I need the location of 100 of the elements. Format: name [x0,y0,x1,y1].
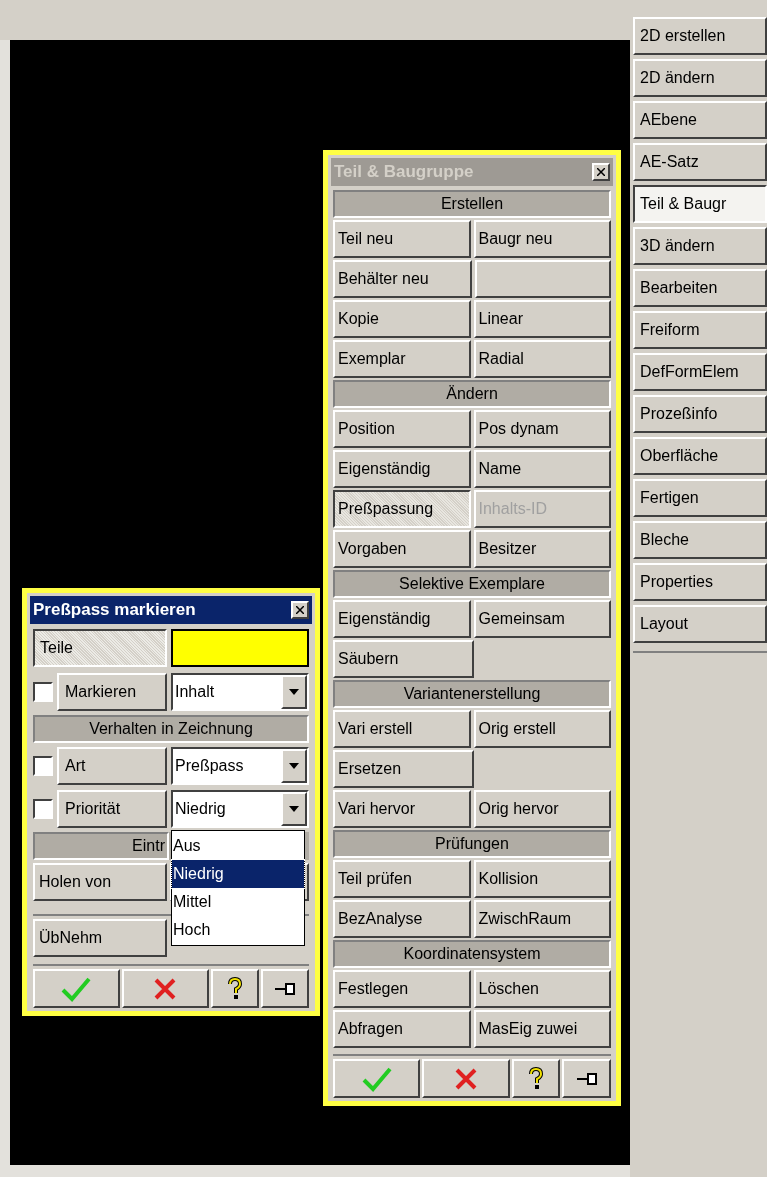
tool-button[interactable]: Vari erstell [333,710,471,748]
help-button[interactable] [511,1059,561,1098]
tool-button[interactable]: Ersetzen [333,750,474,788]
tool-button[interactable]: Abfragen [333,1010,471,1048]
help-button[interactable] [210,969,259,1008]
tool-button[interactable]: Vari hervor [333,790,471,828]
pin-icon [273,981,296,996]
tool-button[interactable]: Preßpassung [333,490,471,528]
dropdown-arrow-button[interactable] [281,792,307,826]
menu-button[interactable]: Properties [633,563,767,601]
close-icon [153,976,178,1001]
close-button[interactable] [291,601,309,619]
menu-button[interactable]: Freiform [633,311,767,349]
tool-button[interactable]: Orig erstell [473,710,611,748]
dropdown-option[interactable]: Mittel [172,888,304,916]
tool-button[interactable]: Orig hervor [473,790,611,828]
parts-field[interactable] [171,629,309,667]
tool-button[interactable]: Teil prüfen [333,860,471,898]
tool-button[interactable]: Kopie [333,300,471,338]
parts-label: Teile [33,629,167,667]
tool-button[interactable]: Behälter neu [333,260,472,298]
dropdown-value: Niedrig [174,799,227,819]
close-icon [296,606,304,614]
menu-button[interactable]: 2D erstellen [633,17,767,55]
confirm-button[interactable] [33,969,120,1008]
caret-icon [289,689,299,695]
close-icon [597,168,605,176]
tool-button[interactable]: Baugr neu [473,220,611,258]
menu-button[interactable]: Bleche [633,521,767,559]
tool-button[interactable]: Säubern [333,640,474,678]
tool-button[interactable]: Teil neu [333,220,471,258]
dropdown-option[interactable]: Hoch [172,916,304,944]
window-title: Preßpass markieren [33,599,196,622]
cancel-button[interactable] [422,1059,510,1098]
tool-button[interactable]: ZwischRaum [473,900,611,938]
pin-button[interactable] [562,1059,611,1098]
confirm-button[interactable] [333,1059,421,1098]
dropdown[interactable]: Niedrig [171,790,309,828]
dropdown-option[interactable]: Aus [172,832,304,860]
help-icon [226,976,243,1001]
section-heading: Verhalten in Zeichnung [33,715,309,743]
tool-button[interactable]: Name [473,450,611,488]
section-heading: Selektive Exemplare [333,570,611,598]
tool-button[interactable]: Position [333,410,471,448]
close-button[interactable] [592,163,610,181]
checkmark-icon [61,975,92,1002]
tool-button[interactable]: Löschen [473,970,611,1008]
dropdown[interactable]: Preßpass [171,747,309,785]
section-heading: Ändern [333,380,611,408]
menu-button[interactable]: 2D ändern [633,59,767,97]
blank-button[interactable] [475,260,611,298]
tool-button[interactable]: Gemeinsam [473,600,611,638]
tool-button[interactable]: Besitzer [473,530,611,568]
checkmark-icon [361,1065,392,1092]
section-heading: Koordinatensystem [333,940,611,968]
tool-button[interactable]: Linear [473,300,611,338]
tool-button[interactable]: Kollision [473,860,611,898]
menu-button[interactable]: AE-Satz [633,143,767,181]
close-icon [454,1066,479,1091]
checkbox[interactable] [33,756,53,776]
cancel-button[interactable] [121,969,209,1008]
tool-button[interactable]: Eigenständig [333,600,471,638]
menu-button[interactable]: Oberfläche [633,437,767,475]
menu-button[interactable]: Prozeßinfo [633,395,767,433]
checkbox[interactable] [33,799,53,819]
section-heading: Prüfungen [333,830,611,858]
section-heading: Erstellen [333,190,611,218]
tool-button[interactable]: Vorgaben [333,530,471,568]
dropdown[interactable]: Inhalt [171,673,309,711]
menu-button[interactable]: DefFormElem [633,353,767,391]
pin-icon [575,1071,598,1086]
tool-button[interactable]: Festlegen [333,970,471,1008]
help-icon [528,1066,545,1091]
pin-button[interactable] [260,969,309,1008]
menu-button[interactable]: Teil & Baugr [633,185,767,223]
dropdown-arrow-button[interactable] [281,749,307,783]
tool-button[interactable]: BezAnalyse [333,900,471,938]
apply-button[interactable]: ÜbNehm [33,919,167,957]
section-heading: Variantenerstellung [333,680,611,708]
checkbox[interactable] [33,682,53,702]
tool-button[interactable]: MasEig zuwei [473,1010,611,1048]
menu-button[interactable]: AEbene [633,101,767,139]
section-heading: Eintr [33,832,169,860]
caret-icon [289,806,299,812]
tool-button[interactable]: Pos dynam [473,410,611,448]
caret-icon [289,763,299,769]
menu-button[interactable]: Fertigen [633,479,767,517]
tool-button[interactable]: Eigenständig [333,450,471,488]
menu-button[interactable]: Bearbeiten [633,269,767,307]
dropdown-option[interactable]: Niedrig [172,860,304,888]
dropdown-value: Preßpass [174,756,245,776]
tool-button[interactable]: Radial [473,340,611,378]
fetch-button[interactable]: Holen von [33,863,167,901]
menu-button[interactable]: Layout [633,605,767,643]
option-button[interactable]: Priorität [57,790,167,828]
menu-button[interactable]: 3D ändern [633,227,767,265]
option-button[interactable]: Art [57,747,167,785]
dropdown-arrow-button[interactable] [281,675,307,709]
option-button[interactable]: Markieren [57,673,167,711]
tool-button[interactable]: Exemplar [333,340,471,378]
